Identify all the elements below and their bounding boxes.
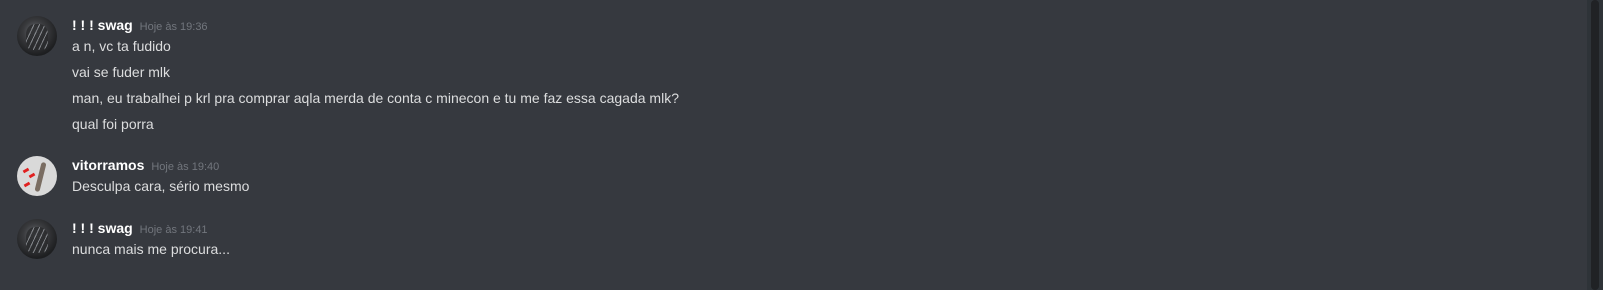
avatar[interactable]	[17, 156, 57, 196]
username[interactable]: ! ! ! swag	[72, 17, 133, 33]
avatar[interactable]	[17, 16, 57, 56]
message-header: vitorramos Hoje às 19:40	[72, 157, 219, 175]
message-text: vai se fuder mlk	[72, 64, 171, 80]
avatar-red-mark	[28, 172, 36, 179]
timestamp: Hoje às 19:40	[151, 161, 220, 173]
chat-messages: ! ! ! swag Hoje às 19:36 a n, vc ta fudid…	[0, 0, 1603, 290]
avatar-sketch-stroke	[34, 161, 47, 193]
message-text: man, eu trabalhei p krl pra comprar aqla…	[72, 90, 679, 106]
avatar-red-mark	[23, 181, 31, 188]
message-text: qual foi porra	[72, 116, 154, 132]
message-text: a n, vc ta fudido	[72, 38, 171, 54]
scrollbar[interactable]	[1587, 0, 1603, 290]
message-text: nunca mais me procura...	[72, 241, 230, 257]
username[interactable]: vitorramos	[72, 157, 144, 173]
scrollbar-thumb[interactable]	[1591, 0, 1599, 290]
avatar[interactable]	[17, 219, 57, 259]
timestamp: Hoje às 19:41	[139, 224, 208, 236]
message-header: ! ! ! swag Hoje às 19:36	[72, 17, 208, 35]
timestamp: Hoje às 19:36	[139, 21, 208, 33]
username[interactable]: ! ! ! swag	[72, 220, 133, 236]
message-text: Desculpa cara, sério mesmo	[72, 178, 250, 194]
message-header: ! ! ! swag Hoje às 19:41	[72, 220, 208, 238]
avatar-red-mark	[22, 167, 30, 174]
